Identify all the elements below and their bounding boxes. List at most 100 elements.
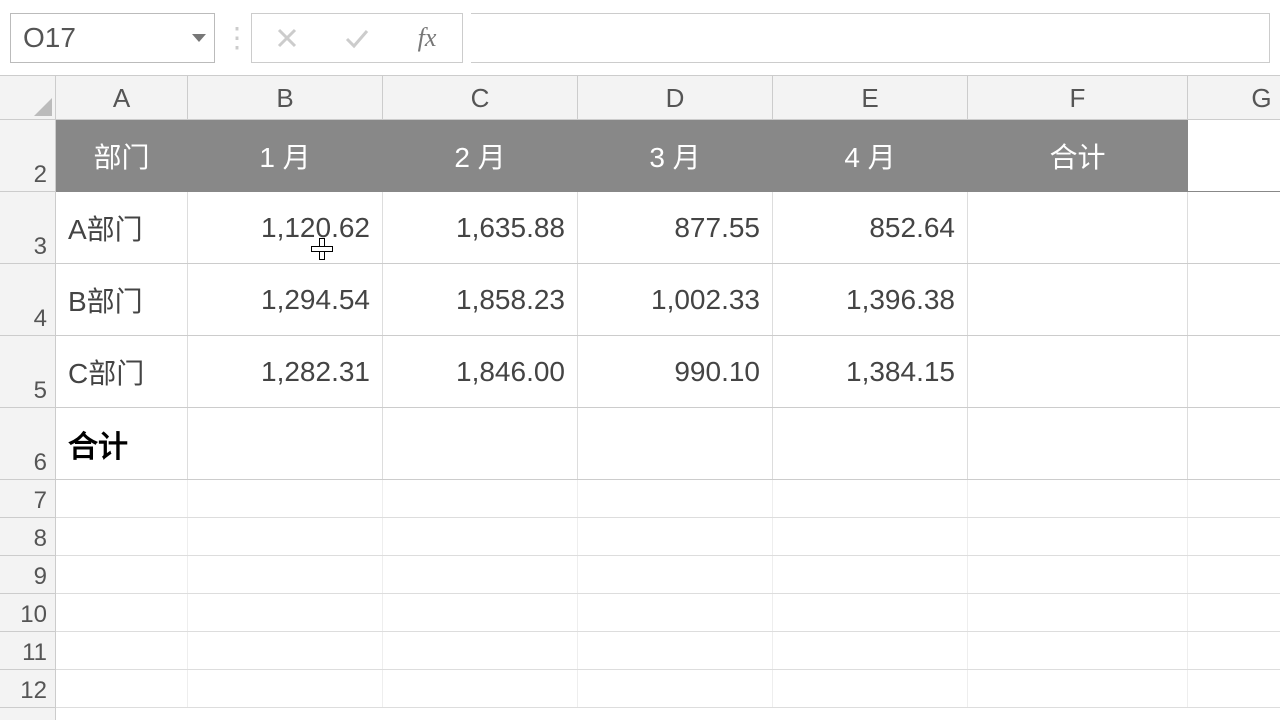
cell[interactable] bbox=[968, 632, 1188, 669]
cell[interactable] bbox=[773, 518, 968, 555]
cell[interactable] bbox=[188, 480, 383, 517]
cell[interactable] bbox=[578, 594, 773, 631]
column-header[interactable]: F bbox=[968, 76, 1188, 119]
cell[interactable] bbox=[968, 556, 1188, 593]
row-header[interactable]: 6 bbox=[0, 408, 55, 480]
cell[interactable] bbox=[1188, 120, 1280, 191]
row-header[interactable]: 11 bbox=[0, 632, 55, 670]
column-header[interactable]: E bbox=[773, 76, 968, 119]
chevron-down-icon[interactable] bbox=[192, 34, 206, 42]
column-header[interactable]: B bbox=[188, 76, 383, 119]
cell[interactable]: 1,396.38 bbox=[773, 264, 968, 335]
cell[interactable] bbox=[1188, 556, 1280, 593]
enter-button[interactable] bbox=[322, 14, 392, 62]
cell[interactable] bbox=[578, 556, 773, 593]
cell[interactable] bbox=[1188, 632, 1280, 669]
cell[interactable] bbox=[578, 670, 773, 707]
cell[interactable] bbox=[188, 556, 383, 593]
cell[interactable] bbox=[383, 556, 578, 593]
spreadsheet-grid[interactable]: ABCDEFG 23456789101112 部门1 月2 月3 月4 月合计A… bbox=[0, 76, 1280, 720]
cell[interactable] bbox=[383, 480, 578, 517]
cell[interactable] bbox=[1188, 192, 1280, 263]
name-box[interactable]: O17 bbox=[10, 13, 215, 63]
cell[interactable] bbox=[773, 556, 968, 593]
cell[interactable] bbox=[1188, 480, 1280, 517]
formula-input[interactable] bbox=[471, 13, 1270, 63]
cell[interactable]: 877.55 bbox=[578, 192, 773, 263]
cell[interactable]: B部门 bbox=[56, 264, 188, 335]
column-header[interactable]: C bbox=[383, 76, 578, 119]
cell[interactable]: 852.64 bbox=[773, 192, 968, 263]
cell[interactable]: A部门 bbox=[56, 192, 188, 263]
cell[interactable]: 合计 bbox=[56, 408, 188, 479]
cell[interactable] bbox=[968, 480, 1188, 517]
cell[interactable] bbox=[56, 594, 188, 631]
cell[interactable] bbox=[56, 670, 188, 707]
cell[interactable] bbox=[188, 408, 383, 479]
cell[interactable]: 1,120.62 bbox=[188, 192, 383, 263]
row-header[interactable]: 9 bbox=[0, 556, 55, 594]
cell[interactable] bbox=[968, 518, 1188, 555]
cell[interactable] bbox=[188, 670, 383, 707]
cell[interactable]: 合计 bbox=[968, 120, 1188, 191]
cell[interactable]: 4 月 bbox=[773, 120, 968, 191]
row-header[interactable]: 5 bbox=[0, 336, 55, 408]
cell[interactable] bbox=[1188, 518, 1280, 555]
cell[interactable]: 1,858.23 bbox=[383, 264, 578, 335]
cell[interactable] bbox=[1188, 264, 1280, 335]
column-header[interactable]: G bbox=[1188, 76, 1280, 119]
cell[interactable] bbox=[578, 408, 773, 479]
cell[interactable]: 3 月 bbox=[578, 120, 773, 191]
cell[interactable]: 1,635.88 bbox=[383, 192, 578, 263]
cell[interactable] bbox=[56, 632, 188, 669]
row-header[interactable]: 4 bbox=[0, 264, 55, 336]
cell[interactable] bbox=[188, 594, 383, 631]
cell[interactable] bbox=[578, 518, 773, 555]
cell[interactable] bbox=[578, 480, 773, 517]
cell[interactable] bbox=[578, 632, 773, 669]
cell[interactable] bbox=[968, 336, 1188, 407]
cell[interactable] bbox=[773, 632, 968, 669]
cell[interactable] bbox=[773, 670, 968, 707]
cancel-button[interactable] bbox=[252, 14, 322, 62]
cell[interactable] bbox=[968, 408, 1188, 479]
cell[interactable]: 部门 bbox=[56, 120, 188, 191]
cell[interactable] bbox=[56, 518, 188, 555]
cell[interactable] bbox=[1188, 336, 1280, 407]
cell[interactable] bbox=[773, 480, 968, 517]
cell[interactable] bbox=[383, 632, 578, 669]
cell[interactable] bbox=[773, 594, 968, 631]
column-header[interactable]: D bbox=[578, 76, 773, 119]
select-all-corner[interactable] bbox=[0, 76, 56, 120]
cell[interactable] bbox=[383, 594, 578, 631]
cell[interactable] bbox=[1188, 408, 1280, 479]
insert-function-button[interactable]: fx bbox=[392, 14, 462, 62]
cell[interactable]: 1,294.54 bbox=[188, 264, 383, 335]
cell[interactable]: 1,282.31 bbox=[188, 336, 383, 407]
cell[interactable] bbox=[56, 480, 188, 517]
cell[interactable] bbox=[968, 594, 1188, 631]
row-header[interactable]: 12 bbox=[0, 670, 55, 708]
row-header[interactable]: 2 bbox=[0, 120, 55, 192]
row-header[interactable]: 3 bbox=[0, 192, 55, 264]
cells-area[interactable]: 部门1 月2 月3 月4 月合计A部门1,120.621,635.88877.5… bbox=[56, 120, 1280, 720]
cell[interactable] bbox=[383, 408, 578, 479]
cell[interactable] bbox=[968, 192, 1188, 263]
column-header[interactable]: A bbox=[56, 76, 188, 119]
cell[interactable]: 1,846.00 bbox=[383, 336, 578, 407]
cell[interactable] bbox=[383, 518, 578, 555]
row-header[interactable]: 7 bbox=[0, 480, 55, 518]
cell[interactable]: 2 月 bbox=[383, 120, 578, 191]
cell[interactable] bbox=[383, 670, 578, 707]
cell[interactable] bbox=[188, 632, 383, 669]
cell[interactable]: C部门 bbox=[56, 336, 188, 407]
cell[interactable]: 1,384.15 bbox=[773, 336, 968, 407]
row-header[interactable]: 8 bbox=[0, 518, 55, 556]
row-header[interactable]: 10 bbox=[0, 594, 55, 632]
cell[interactable]: 990.10 bbox=[578, 336, 773, 407]
cell[interactable]: 1 月 bbox=[188, 120, 383, 191]
cell[interactable] bbox=[56, 556, 188, 593]
cell[interactable]: 1,002.33 bbox=[578, 264, 773, 335]
cell[interactable] bbox=[1188, 594, 1280, 631]
cell[interactable] bbox=[968, 670, 1188, 707]
